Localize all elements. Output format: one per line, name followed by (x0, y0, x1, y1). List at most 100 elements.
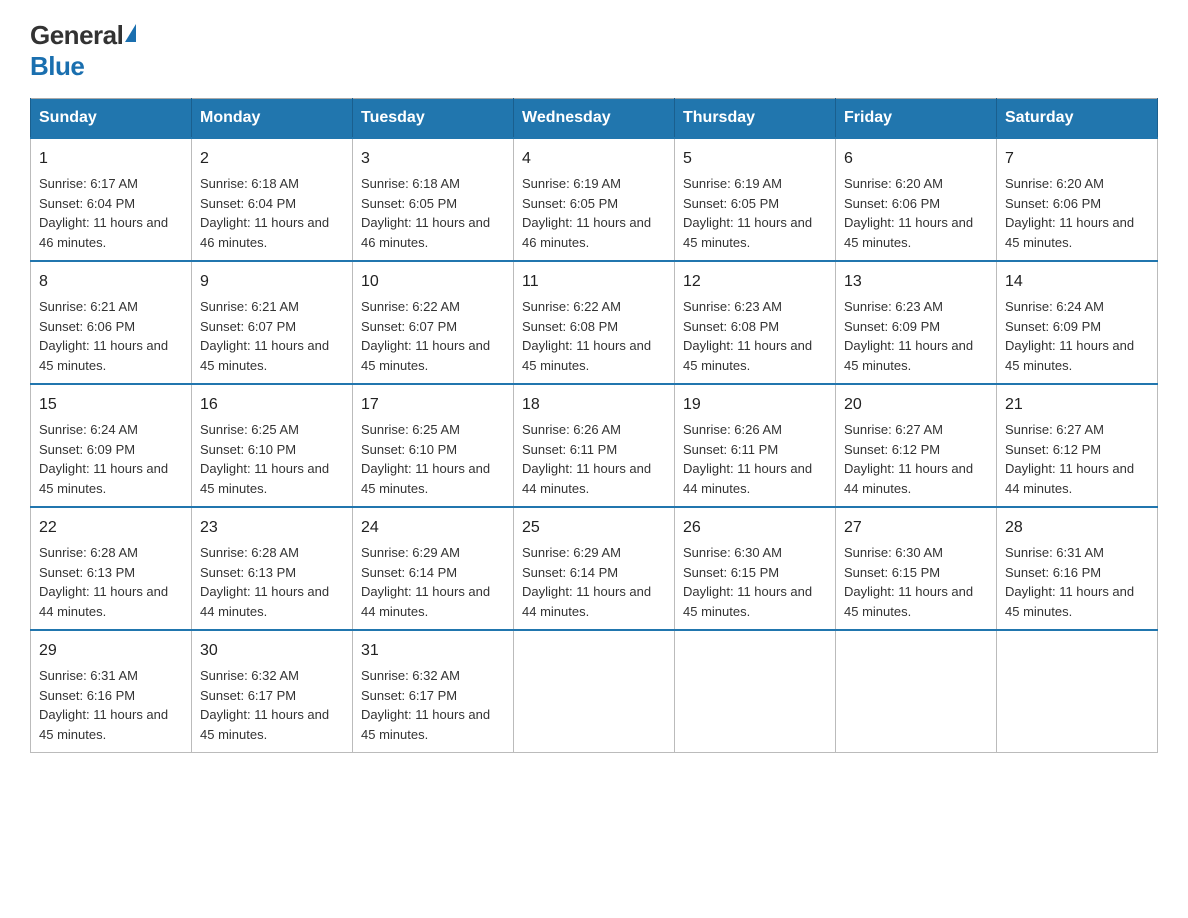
day-number: 23 (200, 516, 344, 540)
day-number: 17 (361, 393, 505, 417)
logo-blue-text: Blue (30, 51, 84, 82)
header-saturday: Saturday (997, 99, 1158, 139)
calendar-cell: 6 Sunrise: 6:20 AMSunset: 6:06 PMDayligh… (836, 138, 997, 261)
calendar-cell: 17 Sunrise: 6:25 AMSunset: 6:10 PMDaylig… (353, 384, 514, 507)
day-info: Sunrise: 6:28 AMSunset: 6:13 PMDaylight:… (200, 545, 329, 619)
day-info: Sunrise: 6:30 AMSunset: 6:15 PMDaylight:… (683, 545, 812, 619)
week-row-1: 1 Sunrise: 6:17 AMSunset: 6:04 PMDayligh… (31, 138, 1158, 261)
calendar-cell: 2 Sunrise: 6:18 AMSunset: 6:04 PMDayligh… (192, 138, 353, 261)
day-number: 9 (200, 270, 344, 294)
day-info: Sunrise: 6:26 AMSunset: 6:11 PMDaylight:… (522, 422, 651, 496)
calendar-cell (836, 630, 997, 753)
day-number: 11 (522, 270, 666, 294)
calendar-cell: 29 Sunrise: 6:31 AMSunset: 6:16 PMDaylig… (31, 630, 192, 753)
day-info: Sunrise: 6:32 AMSunset: 6:17 PMDaylight:… (200, 668, 329, 742)
day-info: Sunrise: 6:28 AMSunset: 6:13 PMDaylight:… (39, 545, 168, 619)
day-info: Sunrise: 6:22 AMSunset: 6:07 PMDaylight:… (361, 299, 490, 373)
day-info: Sunrise: 6:29 AMSunset: 6:14 PMDaylight:… (361, 545, 490, 619)
day-number: 22 (39, 516, 183, 540)
day-info: Sunrise: 6:17 AMSunset: 6:04 PMDaylight:… (39, 176, 168, 250)
day-number: 18 (522, 393, 666, 417)
calendar-cell: 24 Sunrise: 6:29 AMSunset: 6:14 PMDaylig… (353, 507, 514, 630)
day-info: Sunrise: 6:20 AMSunset: 6:06 PMDaylight:… (1005, 176, 1134, 250)
calendar-cell: 25 Sunrise: 6:29 AMSunset: 6:14 PMDaylig… (514, 507, 675, 630)
header-tuesday: Tuesday (353, 99, 514, 139)
header-wednesday: Wednesday (514, 99, 675, 139)
calendar-cell: 27 Sunrise: 6:30 AMSunset: 6:15 PMDaylig… (836, 507, 997, 630)
header-thursday: Thursday (675, 99, 836, 139)
day-number: 3 (361, 147, 505, 171)
header-monday: Monday (192, 99, 353, 139)
day-number: 29 (39, 639, 183, 663)
calendar-cell: 11 Sunrise: 6:22 AMSunset: 6:08 PMDaylig… (514, 261, 675, 384)
calendar-cell: 20 Sunrise: 6:27 AMSunset: 6:12 PMDaylig… (836, 384, 997, 507)
calendar-cell (514, 630, 675, 753)
week-row-4: 22 Sunrise: 6:28 AMSunset: 6:13 PMDaylig… (31, 507, 1158, 630)
calendar-cell: 15 Sunrise: 6:24 AMSunset: 6:09 PMDaylig… (31, 384, 192, 507)
calendar-cell: 28 Sunrise: 6:31 AMSunset: 6:16 PMDaylig… (997, 507, 1158, 630)
day-info: Sunrise: 6:26 AMSunset: 6:11 PMDaylight:… (683, 422, 812, 496)
day-number: 8 (39, 270, 183, 294)
day-info: Sunrise: 6:23 AMSunset: 6:08 PMDaylight:… (683, 299, 812, 373)
day-info: Sunrise: 6:27 AMSunset: 6:12 PMDaylight:… (1005, 422, 1134, 496)
calendar-table: SundayMondayTuesdayWednesdayThursdayFrid… (30, 98, 1158, 753)
logo: General Blue (30, 20, 136, 82)
day-info: Sunrise: 6:21 AMSunset: 6:06 PMDaylight:… (39, 299, 168, 373)
calendar-cell: 1 Sunrise: 6:17 AMSunset: 6:04 PMDayligh… (31, 138, 192, 261)
day-info: Sunrise: 6:24 AMSunset: 6:09 PMDaylight:… (39, 422, 168, 496)
day-number: 19 (683, 393, 827, 417)
calendar-cell (675, 630, 836, 753)
day-number: 24 (361, 516, 505, 540)
calendar-cell: 5 Sunrise: 6:19 AMSunset: 6:05 PMDayligh… (675, 138, 836, 261)
day-number: 26 (683, 516, 827, 540)
calendar-cell (997, 630, 1158, 753)
page-header: General Blue (30, 20, 1158, 82)
day-info: Sunrise: 6:31 AMSunset: 6:16 PMDaylight:… (1005, 545, 1134, 619)
calendar-cell: 8 Sunrise: 6:21 AMSunset: 6:06 PMDayligh… (31, 261, 192, 384)
calendar-cell: 22 Sunrise: 6:28 AMSunset: 6:13 PMDaylig… (31, 507, 192, 630)
day-number: 27 (844, 516, 988, 540)
day-number: 4 (522, 147, 666, 171)
logo-general-text: General (30, 20, 123, 51)
day-info: Sunrise: 6:25 AMSunset: 6:10 PMDaylight:… (361, 422, 490, 496)
calendar-cell: 26 Sunrise: 6:30 AMSunset: 6:15 PMDaylig… (675, 507, 836, 630)
day-info: Sunrise: 6:18 AMSunset: 6:04 PMDaylight:… (200, 176, 329, 250)
calendar-cell: 7 Sunrise: 6:20 AMSunset: 6:06 PMDayligh… (997, 138, 1158, 261)
calendar-cell: 3 Sunrise: 6:18 AMSunset: 6:05 PMDayligh… (353, 138, 514, 261)
day-info: Sunrise: 6:31 AMSunset: 6:16 PMDaylight:… (39, 668, 168, 742)
week-row-3: 15 Sunrise: 6:24 AMSunset: 6:09 PMDaylig… (31, 384, 1158, 507)
day-number: 28 (1005, 516, 1149, 540)
day-info: Sunrise: 6:21 AMSunset: 6:07 PMDaylight:… (200, 299, 329, 373)
header-sunday: Sunday (31, 99, 192, 139)
day-number: 7 (1005, 147, 1149, 171)
day-info: Sunrise: 6:23 AMSunset: 6:09 PMDaylight:… (844, 299, 973, 373)
day-number: 21 (1005, 393, 1149, 417)
day-number: 31 (361, 639, 505, 663)
calendar-cell: 12 Sunrise: 6:23 AMSunset: 6:08 PMDaylig… (675, 261, 836, 384)
calendar-cell: 4 Sunrise: 6:19 AMSunset: 6:05 PMDayligh… (514, 138, 675, 261)
day-number: 13 (844, 270, 988, 294)
day-info: Sunrise: 6:22 AMSunset: 6:08 PMDaylight:… (522, 299, 651, 373)
day-number: 15 (39, 393, 183, 417)
day-number: 16 (200, 393, 344, 417)
day-info: Sunrise: 6:30 AMSunset: 6:15 PMDaylight:… (844, 545, 973, 619)
day-info: Sunrise: 6:29 AMSunset: 6:14 PMDaylight:… (522, 545, 651, 619)
week-row-5: 29 Sunrise: 6:31 AMSunset: 6:16 PMDaylig… (31, 630, 1158, 753)
day-number: 14 (1005, 270, 1149, 294)
day-info: Sunrise: 6:32 AMSunset: 6:17 PMDaylight:… (361, 668, 490, 742)
logo-triangle-icon (125, 24, 136, 42)
day-info: Sunrise: 6:27 AMSunset: 6:12 PMDaylight:… (844, 422, 973, 496)
week-row-2: 8 Sunrise: 6:21 AMSunset: 6:06 PMDayligh… (31, 261, 1158, 384)
day-info: Sunrise: 6:25 AMSunset: 6:10 PMDaylight:… (200, 422, 329, 496)
day-number: 10 (361, 270, 505, 294)
day-number: 20 (844, 393, 988, 417)
day-number: 1 (39, 147, 183, 171)
calendar-header-row: SundayMondayTuesdayWednesdayThursdayFrid… (31, 99, 1158, 139)
day-info: Sunrise: 6:20 AMSunset: 6:06 PMDaylight:… (844, 176, 973, 250)
day-number: 12 (683, 270, 827, 294)
calendar-cell: 16 Sunrise: 6:25 AMSunset: 6:10 PMDaylig… (192, 384, 353, 507)
day-number: 6 (844, 147, 988, 171)
calendar-cell: 23 Sunrise: 6:28 AMSunset: 6:13 PMDaylig… (192, 507, 353, 630)
calendar-cell: 21 Sunrise: 6:27 AMSunset: 6:12 PMDaylig… (997, 384, 1158, 507)
calendar-cell: 13 Sunrise: 6:23 AMSunset: 6:09 PMDaylig… (836, 261, 997, 384)
